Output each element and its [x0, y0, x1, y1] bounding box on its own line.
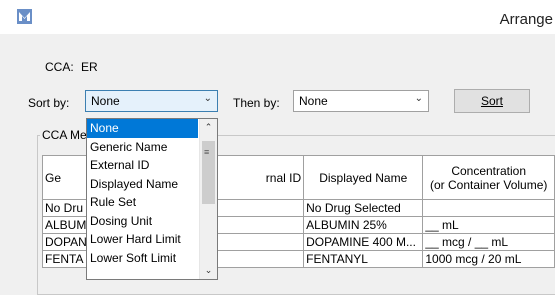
table-cell: 1000 mcg / 20 mL	[422, 250, 555, 268]
table-cell: No Dru	[42, 199, 90, 217]
chevron-down-icon[interactable]: ⌄	[200, 262, 217, 279]
dropdown-item-rule-set[interactable]: Rule Set	[87, 193, 198, 212]
container-volume-label: (or Container Volume)	[429, 177, 548, 192]
window-title: Arrange	[499, 11, 553, 28]
sort-by-value: None	[91, 94, 120, 108]
dropdown-item-generic-name[interactable]: Generic Name	[87, 138, 198, 157]
table-cell: __ mL	[422, 216, 555, 234]
dropdown-item-displayed-name[interactable]: Displayed Name	[87, 175, 198, 194]
dropdown-item-lower-hard-limit[interactable]: Lower Hard Limit	[87, 230, 198, 249]
column-header-concentration[interactable]: Concentration (or Container Volume)	[422, 155, 555, 200]
dropdown-item-external-id[interactable]: External ID	[87, 156, 198, 175]
dropdown-item-dosing-unit[interactable]: Dosing Unit	[87, 212, 198, 231]
concentration-label: Concentration	[451, 163, 527, 178]
cca-value: ER	[81, 60, 98, 74]
group-label: CCA Me	[40, 128, 89, 142]
grip-icon: ≡	[204, 147, 210, 157]
table-cell: No Drug Selected	[303, 199, 424, 217]
cca-info: CCA: ER	[45, 60, 98, 74]
table-cell: __ mcg / __ mL	[422, 233, 555, 251]
then-by-combobox[interactable]: None ⌄	[293, 90, 429, 112]
column-header-displayed-name[interactable]: Displayed Name	[303, 155, 424, 200]
table-cell: FENTANYL	[303, 250, 424, 268]
column-header-generic[interactable]: Ge	[42, 155, 90, 200]
table-cell: DOPAMINE 400 M...	[303, 233, 424, 251]
title-bar: Arrange	[0, 0, 555, 34]
table-cell: ALBUMIN 25%	[303, 216, 424, 234]
sort-button-label: Sort	[480, 94, 503, 108]
table-cell: ALBUM	[42, 216, 90, 234]
dropdown-item-none[interactable]: None	[87, 119, 198, 138]
chevron-down-icon: ⌄	[414, 93, 423, 104]
dropdown-scrollbar[interactable]: ⌃ ≡ ⌄	[199, 119, 217, 279]
dropdown-item-lower-soft-limit[interactable]: Lower Soft Limit	[87, 249, 198, 268]
table-cell: DOPAN	[42, 233, 90, 251]
sort-by-label: Sort by:	[28, 96, 70, 110]
sort-by-combobox[interactable]: None ⌄	[85, 90, 218, 112]
sort-by-dropdown-list[interactable]: None Generic Name External ID Displayed …	[86, 118, 218, 280]
app-logo-icon	[17, 9, 32, 24]
table-cell	[422, 199, 555, 217]
chevron-down-icon: ⌄	[203, 93, 212, 104]
sort-button[interactable]: Sort	[454, 89, 530, 113]
table-cell: FENTA	[42, 250, 90, 268]
then-by-value: None	[299, 94, 328, 108]
chevron-up-icon[interactable]: ⌃	[200, 119, 217, 136]
cca-label: CCA:	[45, 60, 74, 74]
then-by-label: Then by:	[233, 96, 280, 110]
